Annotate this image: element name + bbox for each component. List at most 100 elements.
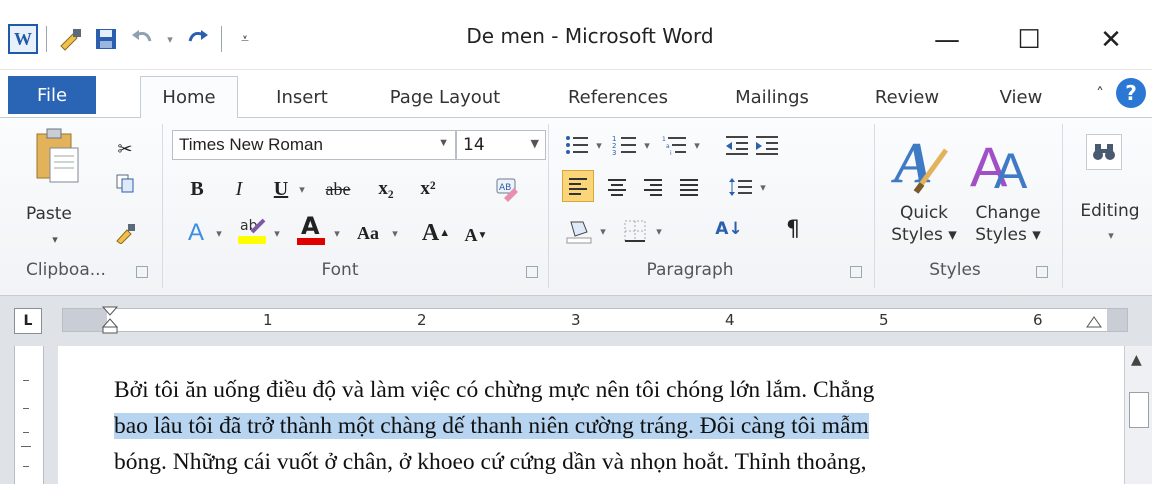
ruler-tick [23,408,29,409]
qat-separator [221,26,222,52]
decrease-indent-icon[interactable] [722,132,752,158]
shading-dropdown-icon[interactable]: ▾ [596,218,610,244]
tab-view[interactable]: View [984,76,1058,118]
grow-font-label: A [421,219,440,246]
grow-arrow-icon: ▲ [439,227,451,239]
save-icon[interactable] [91,24,121,54]
borders-icon[interactable] [620,218,650,244]
editing-button[interactable]: Editing [1070,200,1150,222]
multilevel-list-icon[interactable]: 1ai [660,132,690,158]
tab-review[interactable]: Review [862,76,952,118]
highlight-color-icon[interactable]: ab [234,214,270,244]
font-size-combobox[interactable]: 14 ▼ [456,130,546,160]
increase-indent-icon[interactable] [752,132,782,158]
grow-font-button[interactable]: A ▲ [416,218,456,248]
vertical-ruler[interactable] [14,346,44,484]
tab-file[interactable]: File [8,76,96,114]
bullets-dropdown-icon[interactable]: ▾ [592,132,606,158]
ribbon-tabs: File Home Insert Page Layout References … [0,70,1152,119]
change-styles-icon[interactable]: AA [968,126,1044,198]
clipboard-launcher-icon[interactable] [136,266,148,278]
format-painter-icon[interactable] [112,220,138,246]
numbering-icon[interactable]: 123 [610,132,640,158]
tab-home[interactable]: Home [140,76,238,119]
tab-mailings[interactable]: Mailings [716,76,828,118]
show-formatting-button[interactable]: ¶ [780,216,806,242]
scroll-up-icon[interactable]: ▲ [1131,352,1142,368]
sort-icon[interactable]: A↓ [712,216,746,242]
tab-selector-button[interactable]: L [14,308,42,334]
quick-styles-button[interactable]: Quick Styles ▾ [884,202,964,246]
format-painter-icon[interactable] [55,24,85,54]
scrollbar-thumb[interactable] [1129,392,1149,428]
indent-marker-icon[interactable] [101,305,119,335]
horizontal-ruler[interactable]: 1 2 3 4 5 6 [62,305,1128,335]
paragraph-launcher-icon[interactable] [850,266,862,278]
document-line: Bởi tôi ăn uống điều độ và làm việc có c… [114,377,875,403]
close-button[interactable]: ✕ [1070,18,1152,62]
undo-dropdown-icon[interactable]: ▾ [163,24,177,54]
word-app-icon[interactable]: W [8,24,38,54]
help-icon[interactable]: ? [1116,78,1146,108]
editing-dropdown-icon[interactable]: ▾ [1098,222,1124,248]
document-line: bóng. Những cái vuốt ở chân, ở khoeo cứ … [114,449,867,475]
ruler-tick [21,446,31,447]
text-effects-dropdown-icon[interactable]: ▾ [212,218,226,248]
right-indent-marker-icon[interactable] [1085,305,1103,333]
svg-text:i: i [670,150,672,156]
paste-dropdown-icon[interactable]: ▾ [42,226,68,252]
line-spacing-icon[interactable] [726,174,756,200]
styles-launcher-icon[interactable] [1036,266,1048,278]
minimize-button[interactable]: — [906,18,988,62]
vertical-scrollbar[interactable]: ▲ [1124,346,1152,484]
borders-dropdown-icon[interactable]: ▾ [652,218,666,244]
superscript-button[interactable]: x² [410,174,446,204]
quick-styles-icon[interactable]: A [890,126,950,198]
minimize-ribbon-icon[interactable]: ˄ [1096,84,1104,103]
maximize-button[interactable]: ☐ [988,18,1070,62]
font-name-value: Times New Roman [179,135,323,154]
highlight-dropdown-icon[interactable]: ▾ [270,218,284,248]
clear-formatting-icon[interactable]: AB [494,176,520,202]
shrink-font-button[interactable]: A ▼ [458,220,494,250]
ruler-number: 1 [263,311,273,329]
align-right-icon[interactable] [640,174,666,200]
find-binoculars-icon[interactable] [1086,134,1122,170]
change-styles-button[interactable]: Change Styles ▾ [966,202,1050,246]
customize-qat-icon[interactable]: ⩡ [230,24,260,54]
copy-icon[interactable] [112,170,138,196]
subscript-button[interactable]: x₂ [368,174,404,204]
paste-icon[interactable] [34,128,80,184]
selection-highlight: bao lâu tôi đã trở thành một chàng dế th… [114,413,869,439]
change-case-button[interactable]: Aa [350,218,386,248]
font-color-dropdown-icon[interactable]: ▾ [330,218,344,248]
change-case-dropdown-icon[interactable]: ▾ [388,218,402,248]
bullets-icon[interactable] [562,132,592,158]
shading-icon[interactable] [564,218,594,244]
font-color-icon[interactable]: A [294,212,328,245]
tab-page-layout[interactable]: Page Layout [370,76,520,118]
chevron-down-icon: ▼ [438,137,449,149]
strikethrough-button[interactable]: abe [314,174,362,204]
document-body[interactable]: Bởi tôi ăn uống điều độ và làm việc có c… [114,372,1104,480]
title-bar: W ▾ ⩡ De men - Microsoft Word — ☐ ✕ [0,0,1152,70]
paste-button[interactable]: Paste [26,204,72,224]
italic-button[interactable]: I [226,174,252,204]
cut-icon[interactable]: ✂ [112,136,138,162]
text-effects-icon[interactable]: A [180,218,212,248]
align-center-icon[interactable] [604,174,630,200]
numbering-dropdown-icon[interactable]: ▾ [640,132,654,158]
align-left-icon[interactable] [562,170,594,202]
underline-button[interactable]: U [268,174,294,204]
underline-dropdown-icon[interactable]: ▾ [294,174,310,204]
font-name-combobox[interactable]: Times New Roman ▼ [172,130,456,160]
justify-icon[interactable] [676,174,702,200]
font-launcher-icon[interactable] [526,266,538,278]
tab-insert[interactable]: Insert [262,76,342,118]
line-spacing-dropdown-icon[interactable]: ▾ [756,174,770,200]
undo-icon[interactable] [127,24,157,54]
tab-references[interactable]: References [550,76,686,118]
redo-icon[interactable] [183,24,213,54]
bold-button[interactable]: B [184,174,210,204]
multilevel-dropdown-icon[interactable]: ▾ [690,132,704,158]
